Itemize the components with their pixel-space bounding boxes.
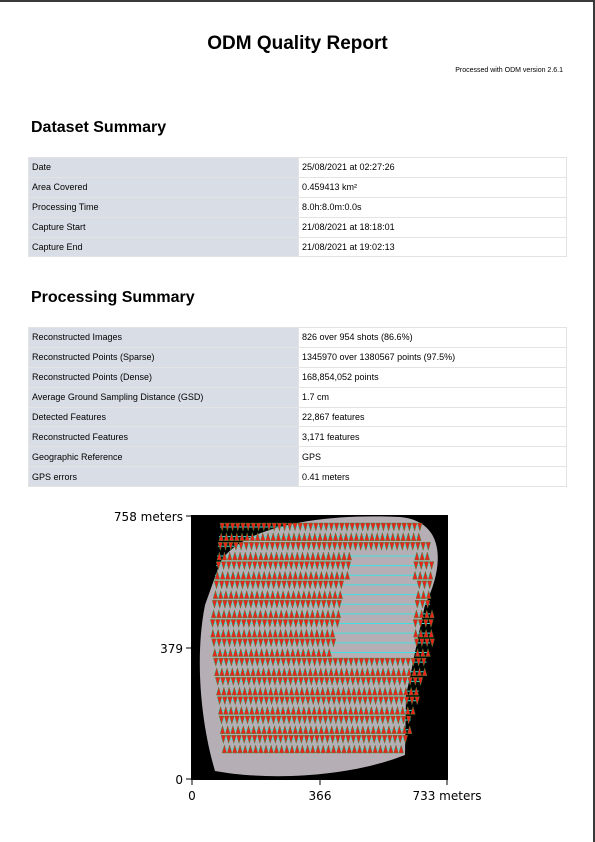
row-label: Reconstructed Images <box>28 327 299 348</box>
row-value: 21/08/2021 at 19:02:13 <box>298 236 567 258</box>
row-label: Reconstructed Points (Dense) <box>28 366 299 388</box>
y-tick-label: 379 <box>160 642 183 656</box>
table-row: Date 25/08/2021 at 02:27:26 <box>28 157 567 178</box>
row-value: GPS <box>298 446 567 468</box>
y-tick-label: 758 meters <box>114 510 183 524</box>
x-tick-label: 733 meters <box>412 789 481 803</box>
table-row: Processing Time 8.0h:8.0m:0.0s <box>28 196 567 218</box>
row-label: Detected Features <box>28 406 299 428</box>
table-row: Reconstructed Points (Sparse) 1345970 ov… <box>28 346 567 368</box>
table-row: Capture Start 21/08/2021 at 18:18:01 <box>28 216 567 238</box>
x-tick-label: 366 <box>309 789 332 803</box>
row-value: 21/08/2021 at 18:18:01 <box>298 216 567 238</box>
row-label: Reconstructed Points (Sparse) <box>28 346 299 368</box>
table-row: Geographic Reference GPS <box>28 446 567 468</box>
processing-summary-heading: Processing Summary <box>31 289 195 306</box>
row-label: Average Ground Sampling Distance (GSD) <box>28 386 299 408</box>
table-row: GPS errors 0.41 meters <box>28 466 567 488</box>
row-value: 1345970 over 1380567 points (97.5%) <box>298 346 567 368</box>
table-row: Average Ground Sampling Distance (GSD) 1… <box>28 386 567 408</box>
row-label: Date <box>28 157 299 178</box>
row-label: GPS errors <box>28 466 299 488</box>
table-row: Reconstructed Points (Dense) 168,854,052… <box>28 366 567 388</box>
y-tick-label: 0 <box>175 773 183 787</box>
row-value: 1.7 cm <box>298 386 567 408</box>
page-border-top <box>0 0 595 2</box>
row-label: Capture Start <box>28 216 299 238</box>
processing-summary-table: Reconstructed Images 826 over 954 shots … <box>28 327 567 488</box>
table-row: Reconstructed Images 826 over 954 shots … <box>28 327 567 348</box>
table-row: Reconstructed Features 3,171 features <box>28 426 567 448</box>
dataset-summary-table: Date 25/08/2021 at 02:27:26 Area Covered… <box>28 157 567 258</box>
row-label: Processing Time <box>28 196 299 218</box>
row-value: 826 over 954 shots (86.6%) <box>298 327 567 348</box>
row-value: 0.41 meters <box>298 466 567 488</box>
report-title: ODM Quality Report <box>207 33 388 54</box>
row-value: 0.459413 km² <box>298 176 567 198</box>
row-value: 8.0h:8.0m:0.0s <box>298 196 567 218</box>
row-value: 22,867 features <box>298 406 567 428</box>
table-row: Area Covered 0.459413 km² <box>28 176 567 198</box>
row-label: Area Covered <box>28 176 299 198</box>
table-row: Capture End 21/08/2021 at 19:02:13 <box>28 236 567 258</box>
x-tick-label: 0 <box>188 789 196 803</box>
dataset-summary-heading: Dataset Summary <box>31 119 167 136</box>
odm-version-note: Processed with ODM version 2.6.1 <box>455 67 563 74</box>
camera-overview-map: 758 meters 379 0 0 366 733 meters <box>114 510 482 803</box>
row-label: Capture End <box>28 236 299 258</box>
table-row: Detected Features 22,867 features <box>28 406 567 428</box>
row-value: 25/08/2021 at 02:27:26 <box>298 157 567 178</box>
row-value: 3,171 features <box>298 426 567 448</box>
row-label: Geographic Reference <box>28 446 299 468</box>
row-label: Reconstructed Features <box>28 426 299 448</box>
row-value: 168,854,052 points <box>298 366 567 388</box>
